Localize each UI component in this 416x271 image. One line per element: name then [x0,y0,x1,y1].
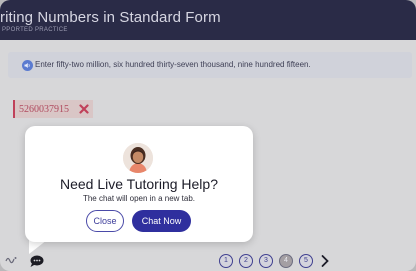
answer-value: 5260037915 [19,104,69,115]
page-2-button[interactable]: 2 [239,254,253,268]
page-4-button[interactable]: 4 [279,254,293,268]
page-3-button[interactable]: 3 [259,254,273,268]
instruction-bar: Enter fifty-two million, six hundred thi… [8,52,412,78]
wave-icon[interactable] [5,253,17,265]
page-subtitle: PPORTED PRACTICE [2,27,68,33]
x-mark-icon [79,104,89,114]
page-title: riting Numbers in Standard Form [0,9,221,26]
chevron-right-icon[interactable] [320,254,330,268]
chat-now-button[interactable]: Chat Now [132,210,191,232]
page-5-button[interactable]: 5 [299,254,313,268]
page-1-button[interactable]: 1 [219,254,233,268]
answer-chip[interactable]: 5260037915 [13,100,93,118]
instruction-text: Enter fifty-two million, six hundred thi… [35,60,311,69]
tutoring-help-modal: Need Live Tutoring Help? The chat will o… [25,126,253,242]
modal-title: Need Live Tutoring Help? [60,176,218,192]
close-button[interactable]: Close [86,210,124,232]
modal-subtitle: The chat will open in a new tab. [82,194,196,203]
modal-pointer [29,240,47,254]
speaker-icon[interactable] [22,60,33,71]
header-bar: riting Numbers in Standard Form PPORTED … [0,0,416,40]
app-window: riting Numbers in Standard Form PPORTED … [0,0,416,271]
tutor-avatar [123,143,153,173]
chat-bubble-icon[interactable] [28,254,46,268]
